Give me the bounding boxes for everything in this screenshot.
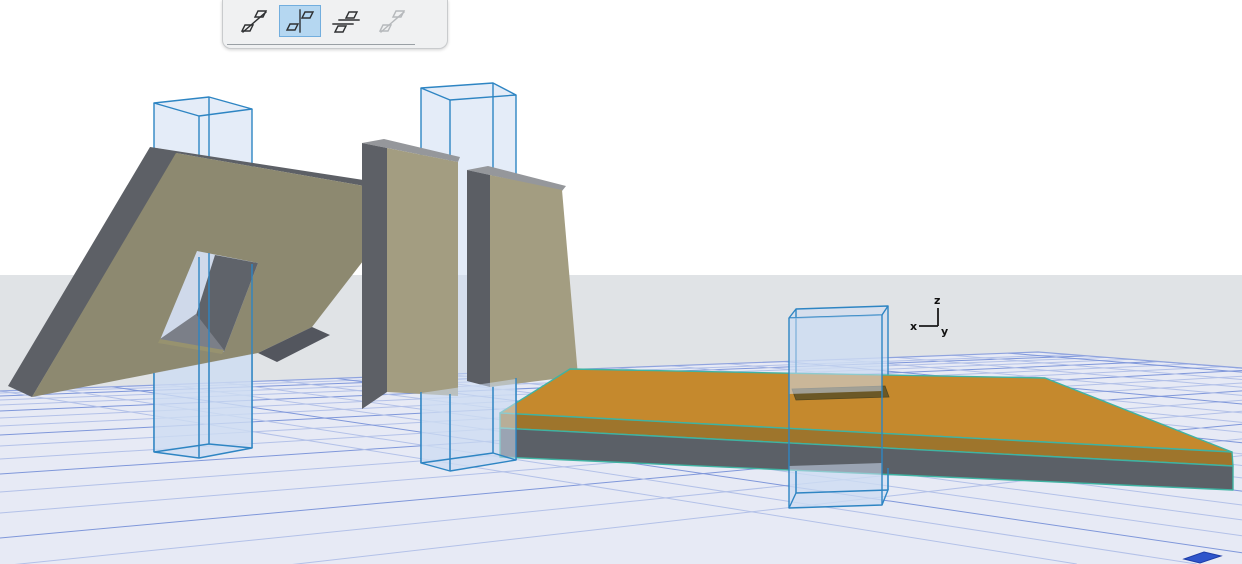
- axis-z-label: z: [934, 294, 940, 307]
- junction-tee-button[interactable]: [279, 5, 321, 37]
- junction-toolbar: [222, 0, 448, 49]
- column-ghost-2-front[interactable]: [420, 378, 517, 472]
- toolbar-divider: [227, 44, 415, 45]
- wall-left[interactable]: [362, 139, 460, 409]
- cross-junction-disabled-icon: [378, 10, 406, 33]
- 3d-viewport[interactable]: z x y: [0, 0, 1242, 564]
- junction-cross-alt-button[interactable]: [371, 5, 413, 37]
- junction-cross-button[interactable]: [233, 5, 275, 37]
- application-window: z x y: [0, 0, 1242, 564]
- wall-right-side-face: [467, 170, 490, 387]
- wall-left-side-face: [362, 143, 387, 409]
- axis-y-label: y: [941, 325, 948, 338]
- axis-x-label: x: [910, 320, 917, 333]
- wall-right[interactable]: [467, 166, 578, 387]
- junction-parallel-button[interactable]: [325, 5, 367, 37]
- wall-left-front-face: [387, 148, 458, 396]
- cross-junction-icon: [240, 10, 268, 33]
- tee-junction-icon: [285, 9, 315, 33]
- parallel-junction-icon: [332, 11, 360, 33]
